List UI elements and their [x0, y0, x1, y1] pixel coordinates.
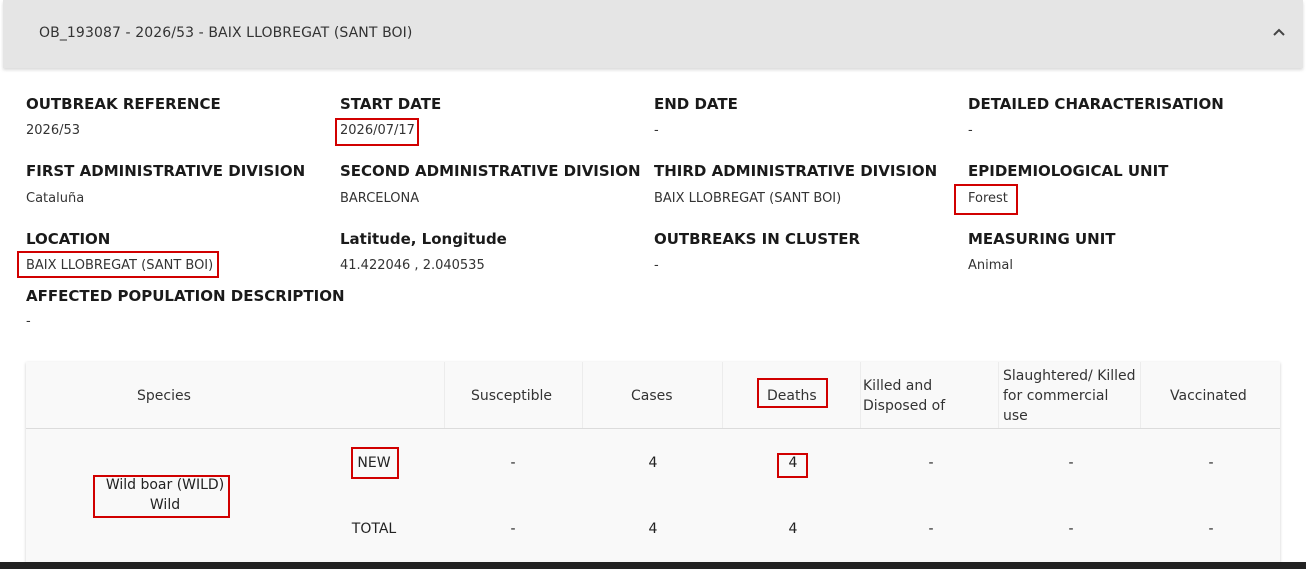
start-date-value: 2026/07/17: [340, 123, 415, 138]
outbreak-reference-label: OUTBREAK REFERENCE: [26, 95, 221, 113]
species-type: Wild: [149, 497, 181, 513]
cell-total-slaughtered: -: [1068, 521, 1074, 537]
header-slaughtered-line3: use: [1003, 408, 1028, 424]
cell-total-susceptible: -: [510, 521, 516, 537]
measuring-unit-label: MEASURING UNIT: [968, 230, 1116, 248]
outbreak-reference-value: 2026/53: [26, 123, 81, 138]
end-date-value: -: [654, 123, 659, 138]
cell-new-vaccinated: -: [1208, 455, 1214, 471]
cell-new-cases: 4: [648, 455, 658, 471]
header-deaths: Deaths: [767, 388, 817, 404]
affected-population-label: AFFECTED POPULATION DESCRIPTION: [26, 287, 345, 305]
location-label: LOCATION: [26, 230, 111, 248]
chevron-up-icon[interactable]: [1269, 23, 1289, 43]
first-admin-label: FIRST ADMINISTRATIVE DIVISION: [26, 162, 306, 180]
header-killed-line2: Disposed of: [863, 398, 946, 414]
lat-long-label: Latitude, Longitude: [340, 230, 507, 248]
header-susceptible: Susceptible: [471, 388, 553, 404]
header-slaughtered-line1: Slaughtered/ Killed: [1003, 368, 1136, 384]
lat-long-value: 41.422046 , 2.040535: [340, 258, 485, 273]
start-date-label: START DATE: [340, 95, 442, 113]
detailed-characterisation-label: DETAILED CHARACTERISATION: [968, 95, 1224, 113]
second-admin-value: BARCELONA: [340, 191, 420, 206]
cell-new-slaughtered: -: [1068, 455, 1074, 471]
epi-unit-value: Forest: [968, 191, 1008, 206]
first-admin-value: Cataluña: [26, 191, 85, 206]
cell-total-vaccinated: -: [1208, 521, 1214, 537]
cell-total-cases: 4: [648, 521, 658, 537]
third-admin-label: THIRD ADMINISTRATIVE DIVISION: [654, 162, 938, 180]
end-date-label: END DATE: [654, 95, 738, 113]
row-type-new: NEW: [357, 455, 391, 471]
cell-new-deaths: 4: [788, 455, 798, 471]
cell-new-killed: -: [928, 455, 934, 471]
measuring-unit-value: Animal: [968, 258, 1013, 273]
cell-total-killed: -: [928, 521, 934, 537]
bottom-edge: [0, 562, 1306, 569]
second-admin-label: SECOND ADMINISTRATIVE DIVISION: [340, 162, 641, 180]
cell-new-susceptible: -: [510, 455, 516, 471]
outbreak-panel-title: OB_193087 - 2026/53 - BAIX LLOBREGAT (SA…: [39, 25, 413, 41]
row-type-total: TOTAL: [351, 521, 397, 537]
header-slaughtered-line2: for commercial: [1003, 388, 1109, 404]
affected-population-value: -: [26, 314, 31, 329]
header-vaccinated: Vaccinated: [1170, 388, 1247, 404]
header-species: Species: [137, 388, 191, 404]
cell-total-deaths: 4: [788, 521, 798, 537]
outbreak-detail-page: OB_193087 - 2026/53 - BAIX LLOBREGAT (SA…: [0, 0, 1306, 569]
epi-unit-label: EPIDEMIOLOGICAL UNIT: [968, 162, 1169, 180]
outbreaks-in-cluster-value: -: [654, 258, 659, 273]
species-table: Species Susceptible Cases Deaths Killed …: [26, 362, 1280, 562]
outbreaks-in-cluster-label: OUTBREAKS IN CLUSTER: [654, 230, 861, 248]
location-value: BAIX LLOBREGAT (SANT BOI): [26, 258, 214, 273]
header-cases: Cases: [631, 388, 673, 404]
header-killed-line1: Killed and: [863, 378, 933, 394]
detailed-characterisation-value: -: [968, 123, 973, 138]
third-admin-value: BAIX LLOBREGAT (SANT BOI): [654, 191, 842, 206]
outbreak-panel-header[interactable]: OB_193087 - 2026/53 - BAIX LLOBREGAT (SA…: [3, 0, 1303, 68]
species-name: Wild boar (WILD): [105, 477, 225, 493]
